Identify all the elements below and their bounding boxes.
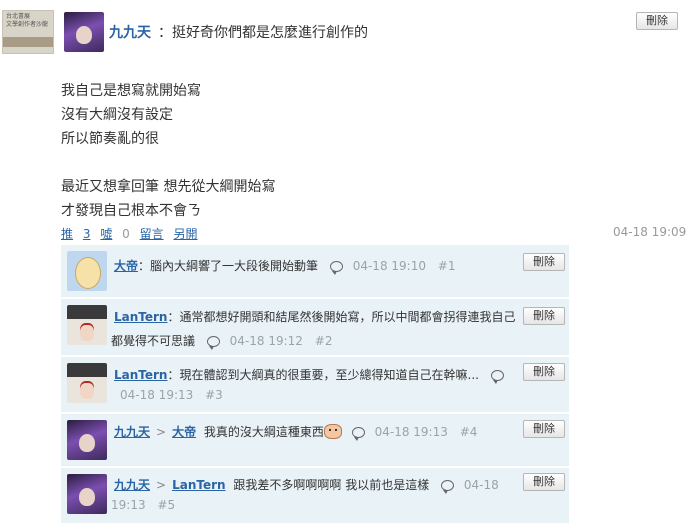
comment-item-1: 大帝：腦內大綱響了一大段後開始動筆 04-18 19:10 #1 刪除 (61, 245, 569, 299)
reply-bubble-icon[interactable] (329, 261, 343, 275)
comment-author[interactable]: 大帝 (114, 259, 138, 273)
post-action-bar: 推 3 噓 0 留言 另開 (61, 225, 197, 242)
comment-line: LanTern：通常都想好開頭和結尾然後開始寫，所以中間都會拐得連我自己 (114, 308, 516, 325)
comment-author[interactable]: LanTern (114, 310, 167, 324)
comment-avatar[interactable] (67, 363, 107, 403)
post-image-band (3, 37, 53, 47)
comment-item-2: LanTern：通常都想好開頭和結尾然後開始寫，所以中間都會拐得連我自己 都覺得… (61, 299, 569, 357)
embarrassed-emoji-icon (323, 424, 342, 439)
comment-floor: #3 (205, 388, 223, 402)
comment-line: 九九天 > 大帝 我真的沒大綱這種東西 04-18 19:13 #4 (114, 423, 478, 441)
comment-line: LanTern：現在體認到大綱真的很重要，至少總得知道自己在幹嘛... (114, 366, 504, 384)
push-count[interactable]: 3 (83, 227, 91, 241)
comment-time: 04-18 19:12 (229, 334, 303, 348)
comment-author[interactable]: 九九天 (114, 425, 150, 439)
comment-author[interactable]: LanTern (114, 368, 167, 382)
comment-floor: #2 (314, 334, 333, 348)
comment-time-date: 04-18 (463, 478, 499, 492)
comment-avatar[interactable] (67, 305, 107, 345)
comment-text: 現在體認到大綱真的很重要，至少總得知道自己在幹嘛... (179, 368, 479, 382)
push-link[interactable]: 推 (61, 227, 73, 241)
post-body-line-1: 我自己是想寫就開始寫 (61, 83, 201, 99)
boo-count: 0 (122, 227, 130, 241)
reply-target[interactable]: LanTern (172, 478, 225, 492)
post-delete-button[interactable]: 刪除 (636, 12, 678, 30)
comment-text: 跟我差不多啊啊啊啊 我以前也是這樣 (233, 478, 430, 492)
comment-floor: #5 (157, 498, 176, 512)
comment-time: 04-18 19:13 (374, 425, 448, 439)
comment-separator: ： (138, 259, 151, 273)
comment-link[interactable]: 留言 (140, 227, 164, 241)
comment-avatar[interactable] (67, 251, 107, 291)
comment-text-line-2: 都覺得不可思議 (111, 334, 196, 348)
comment-line-2: 都覺得不可思議 04-18 19:12 #2 (111, 332, 333, 350)
comment-delete-button[interactable]: 刪除 (523, 363, 565, 381)
comment-text: 腦內大綱響了一大段後開始動筆 (150, 259, 319, 273)
comment-text-line-1: 通常都想好開頭和結尾然後開始寫，所以中間都會拐得連我自己 (179, 310, 516, 324)
comment-item-4: 九九天 > 大帝 我真的沒大綱這種東西 04-18 19:13 #4 刪除 (61, 414, 569, 468)
post-body-line-3: 所以節奏亂的很 (61, 131, 159, 147)
reply-bubble-icon[interactable] (490, 370, 504, 384)
comment-delete-button[interactable]: 刪除 (523, 307, 565, 325)
boo-link[interactable]: 噓 (100, 227, 112, 241)
open-new-link[interactable]: 另開 (173, 227, 197, 241)
reply-bubble-icon[interactable] (206, 336, 220, 350)
reply-arrow: > (156, 478, 167, 492)
comment-delete-button[interactable]: 刪除 (523, 420, 565, 438)
comment-author[interactable]: 九九天 (114, 478, 150, 492)
reply-bubble-icon[interactable] (441, 480, 455, 494)
post-time: 04-18 19:09 (613, 225, 687, 239)
comment-item-5: 九九天 > LanTern 跟我差不多啊啊啊啊 我以前也是這樣 04-18 19:1… (61, 468, 569, 523)
comment-time: 04-18 19:10 (352, 259, 426, 273)
comment-separator: ： (167, 368, 180, 382)
comment-avatar[interactable] (67, 474, 107, 514)
comment-text: 我真的沒大綱這種東西 (203, 425, 324, 439)
post-body-line-6: 才發現自己根本不會ㄋ (61, 203, 201, 219)
post-image-caption: 台北書展 文學創作者沙龍 (6, 13, 49, 28)
post-author-name[interactable]: 九九天 (109, 22, 151, 42)
post-separator: ： (158, 25, 172, 41)
reply-arrow: > (156, 425, 167, 439)
comment-delete-button[interactable]: 刪除 (523, 473, 565, 491)
comment-line: 九九天 > LanTern 跟我差不多啊啊啊啊 我以前也是這樣 04-18 (114, 476, 499, 494)
comment-time-clock: 19:13 (111, 498, 146, 512)
comment-time: 04-18 19:13 (120, 388, 194, 402)
comment-delete-button[interactable]: 刪除 (523, 253, 565, 271)
post-author-avatar[interactable] (64, 12, 104, 52)
comment-line: 大帝：腦內大綱響了一大段後開始動筆 04-18 19:10 #1 (114, 257, 456, 275)
comment-meta-line: 19:13 #5 (111, 498, 175, 512)
post-body-line-2: 沒有大綱沒有設定 (61, 107, 173, 123)
comment-floor: #1 (437, 259, 456, 273)
comment-floor: #4 (459, 425, 478, 439)
comment-avatar[interactable] (67, 420, 107, 460)
comment-separator: ： (167, 310, 180, 324)
post-title: 挺好奇你們都是怎麼進行創作的 (172, 25, 368, 41)
post-image[interactable]: 台北書展 文學創作者沙龍 (2, 10, 54, 54)
comment-meta-line: 04-18 19:13 #3 (120, 388, 223, 402)
comment-item-3: LanTern：現在體認到大綱真的很重要，至少總得知道自己在幹嘛... 04-1… (61, 357, 569, 414)
reply-bubble-icon[interactable] (351, 427, 365, 441)
reply-target[interactable]: 大帝 (172, 425, 196, 439)
post-body-line-5: 最近又想拿回筆 想先從大綱開始寫 (61, 179, 276, 195)
